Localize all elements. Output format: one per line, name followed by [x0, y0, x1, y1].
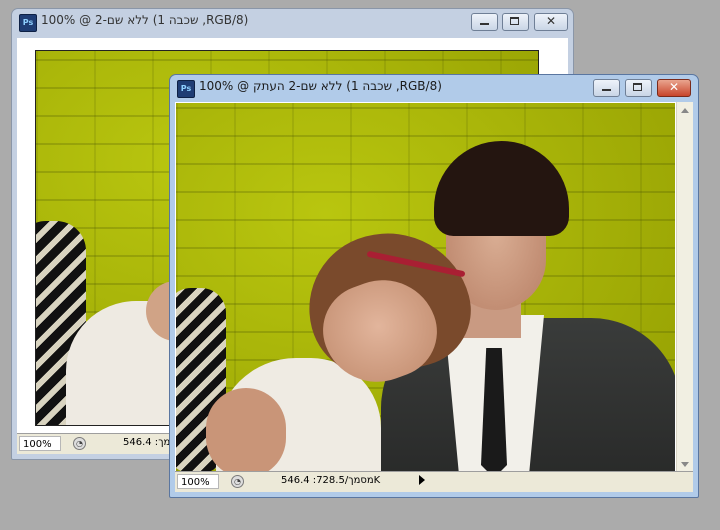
maximize-button[interactable] — [625, 79, 652, 97]
zoom-field[interactable]: 100% — [177, 474, 219, 489]
status-menu-arrow-icon[interactable] — [419, 475, 425, 485]
title-bar[interactable]: Ps ללא שם-2 @ 100% (שכבה 1 ,RGB/8) ✕ — [11, 8, 574, 34]
status-bar: 100% ◔ 546.4 :מסמך/728.5K — [175, 471, 693, 492]
front-document-window[interactable]: Ps ללא שם-2 העתק @ 100% (שכבה 1 ,RGB/8) … — [169, 74, 699, 498]
scroll-down-icon[interactable] — [681, 462, 689, 467]
photoshop-icon: Ps — [19, 14, 37, 32]
maximize-icon — [510, 17, 519, 25]
document-area: 100% ◔ 546.4 :מסמך/728.5K — [175, 102, 693, 492]
minimize-icon — [480, 23, 489, 25]
title-bar[interactable]: Ps ללא שם-2 העתק @ 100% (שכבה 1 ,RGB/8) … — [169, 74, 699, 100]
document-info-icon[interactable]: ◔ — [73, 437, 86, 450]
close-button[interactable]: ✕ — [657, 79, 691, 97]
close-button[interactable]: ✕ — [534, 13, 568, 31]
photoshop-icon: Ps — [177, 80, 195, 98]
window-title: ללא שם-2 העתק @ 100% (שכבה 1 ,RGB/8) — [199, 79, 442, 93]
document-info-icon[interactable]: ◔ — [231, 475, 244, 488]
zoom-field[interactable]: 100% — [19, 436, 61, 451]
maximize-icon — [633, 83, 642, 91]
document-size: 546.4 :מסמך/728.5K — [281, 475, 381, 486]
close-icon: ✕ — [668, 80, 680, 94]
scroll-up-icon[interactable] — [681, 108, 689, 113]
vertical-scrollbar[interactable] — [676, 102, 693, 473]
minimize-button[interactable] — [593, 79, 620, 97]
minimize-icon — [602, 89, 611, 91]
window-title: ללא שם-2 @ 100% (שכבה 1 ,RGB/8) — [41, 13, 249, 27]
maximize-button[interactable] — [502, 13, 529, 31]
close-icon: ✕ — [545, 14, 557, 28]
image-canvas[interactable] — [176, 103, 675, 473]
girl-shoulder — [206, 388, 286, 473]
minimize-button[interactable] — [471, 13, 498, 31]
